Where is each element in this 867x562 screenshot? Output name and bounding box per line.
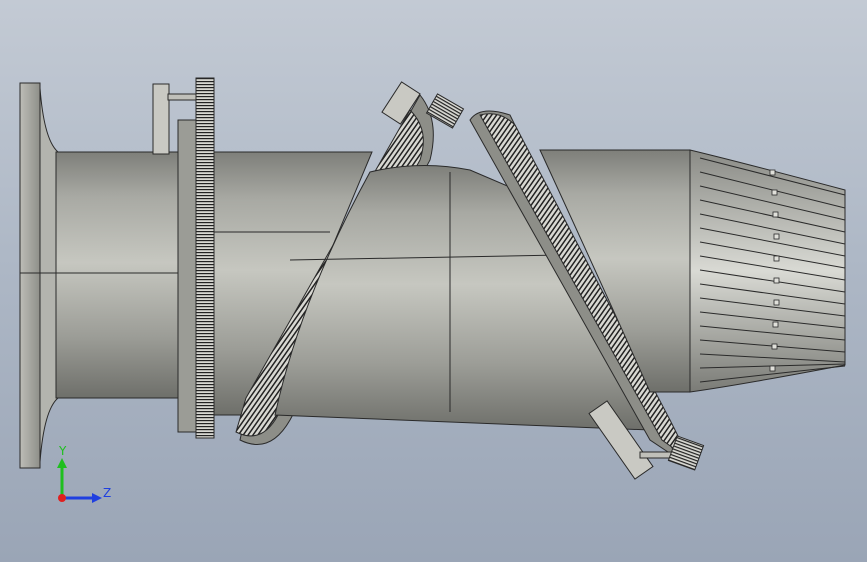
model-viewport[interactable]: Y Z — [0, 0, 867, 562]
cad-model-view: Y Z — [19, 77, 846, 503]
inlet-cylinder — [55, 151, 187, 399]
z-axis-label: Z — [103, 486, 111, 500]
inlet-flange — [19, 82, 59, 469]
vertical-gear-ring — [195, 77, 215, 439]
y-axis-label: Y — [58, 444, 67, 458]
nozzle-assembly — [689, 149, 846, 393]
coordinate-triad: Y Z — [57, 444, 111, 503]
x-axis-dot — [58, 494, 66, 502]
